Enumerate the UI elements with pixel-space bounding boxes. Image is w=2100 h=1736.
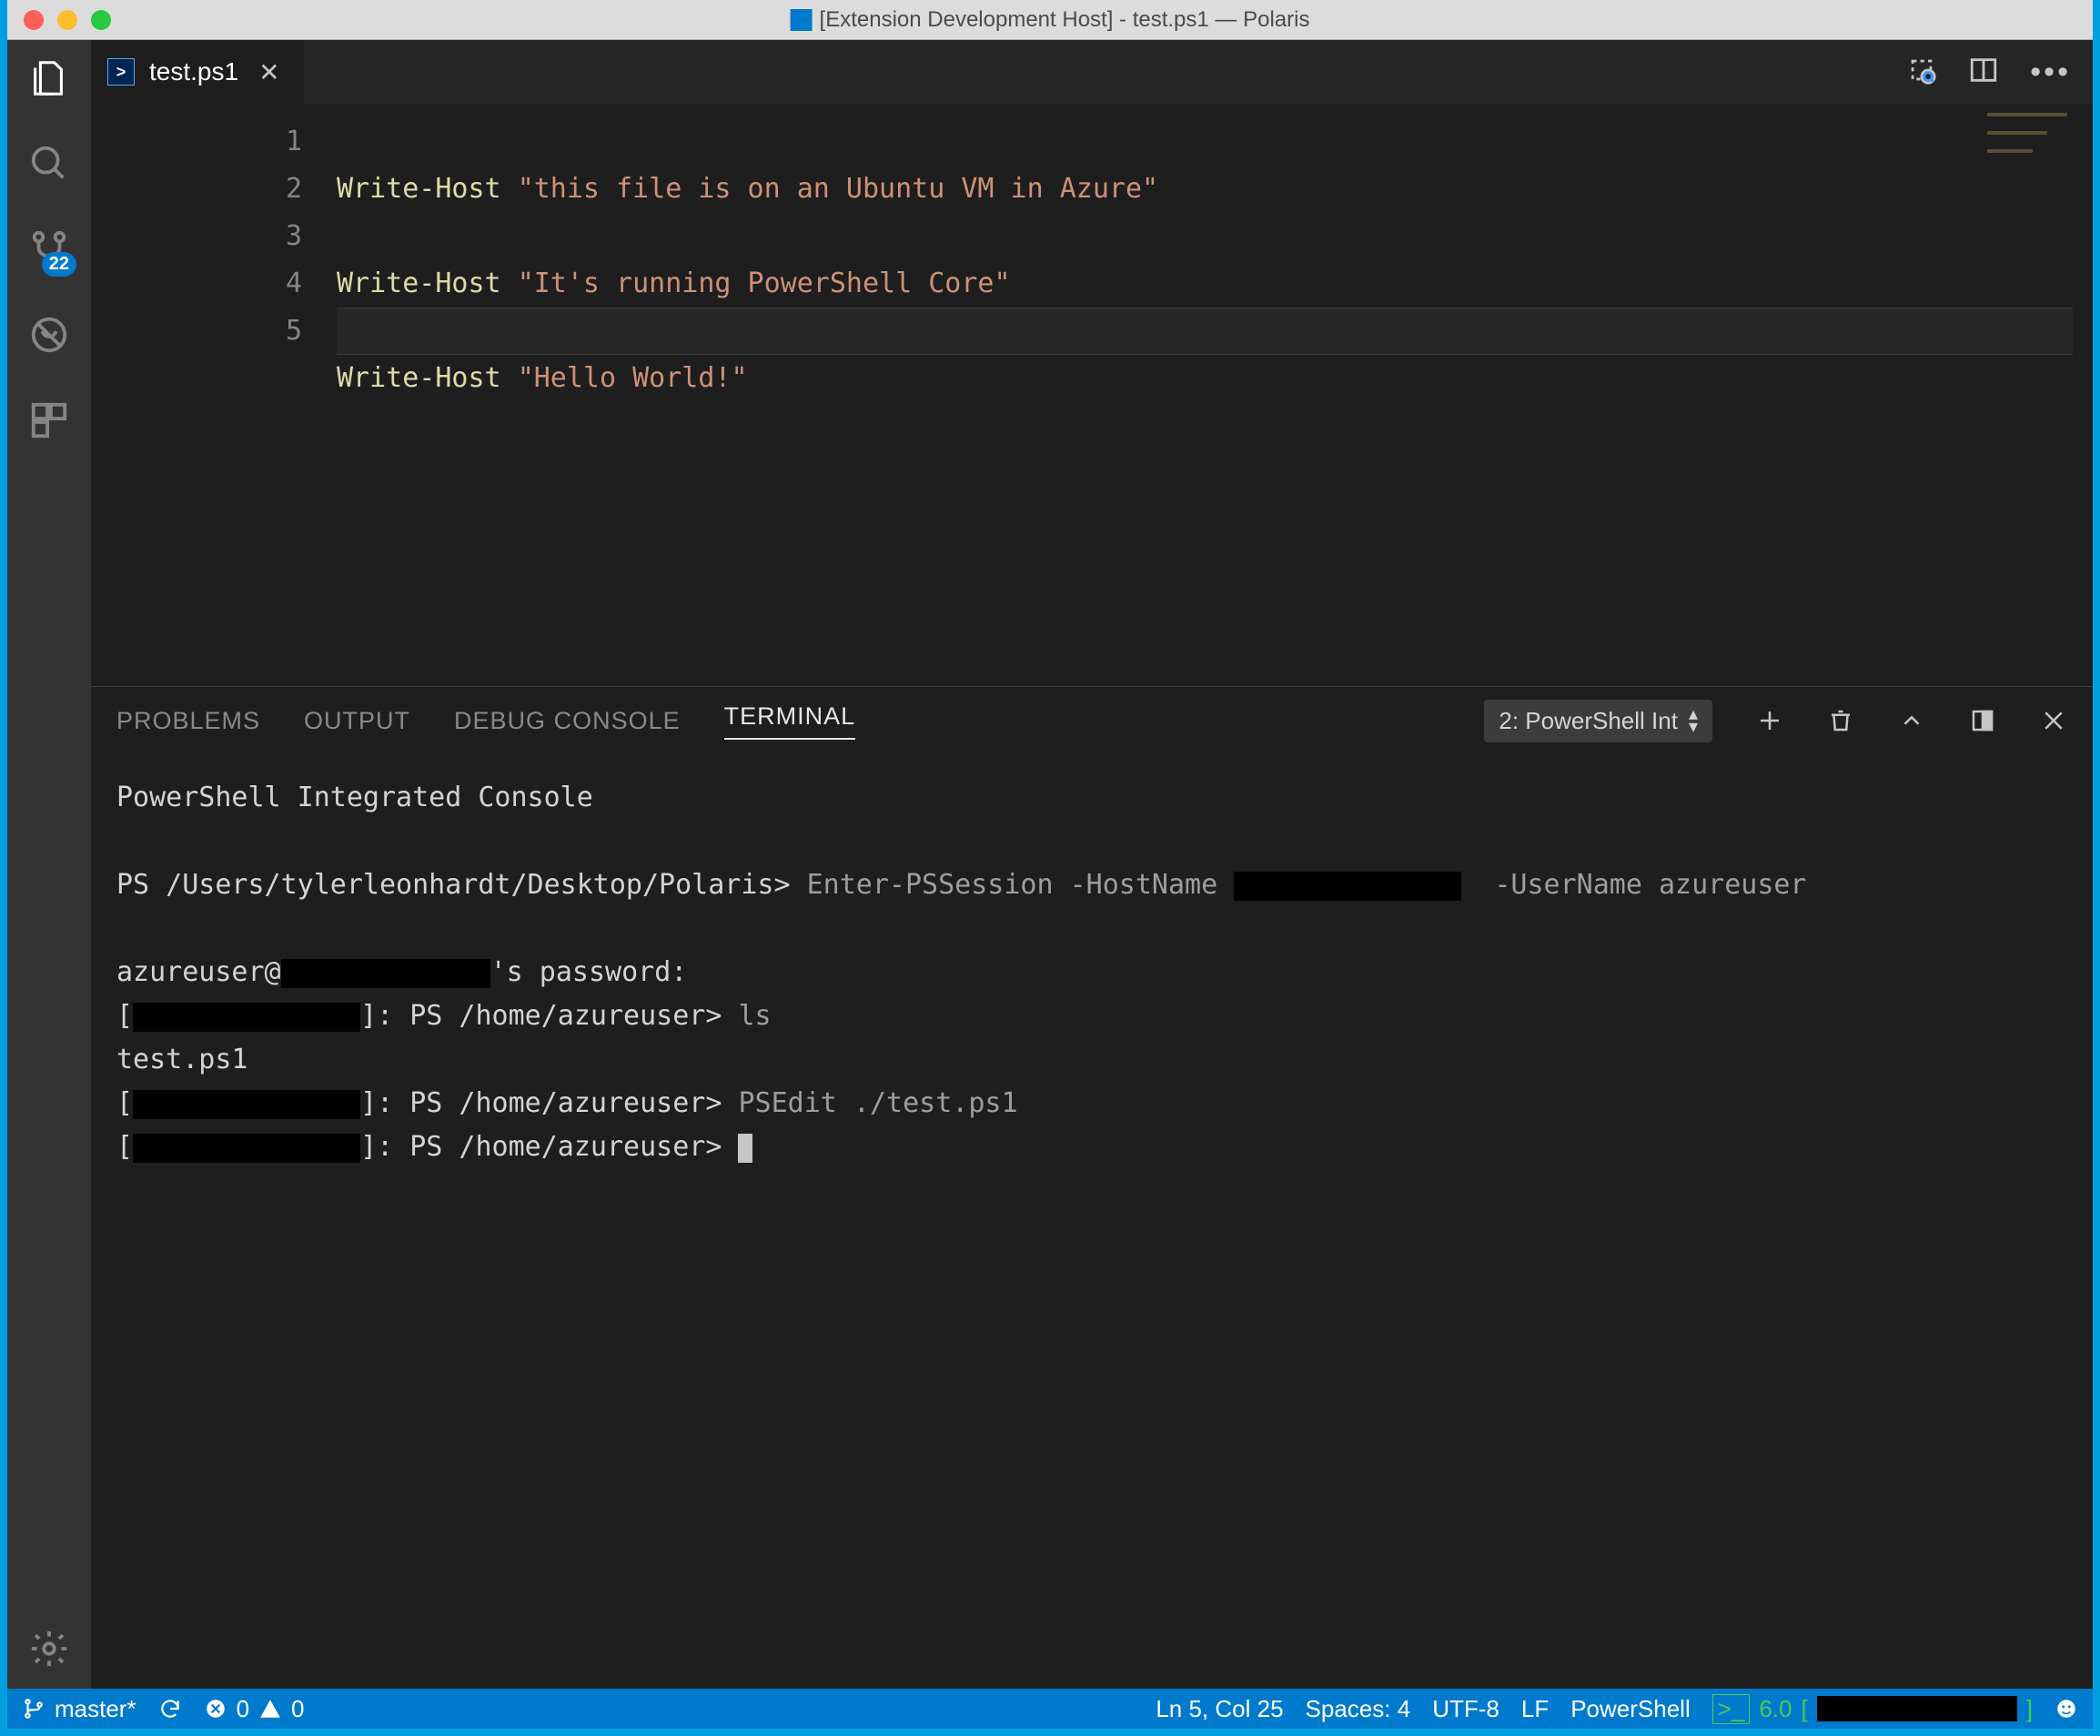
dropdown-arrows-icon: ▴▾	[1689, 708, 1698, 733]
settings-gear-icon[interactable]	[27, 1627, 71, 1670]
status-feedback-icon[interactable]	[2055, 1697, 2078, 1721]
search-icon[interactable]	[27, 142, 71, 186]
line-number: 3	[91, 213, 302, 260]
status-indentation[interactable]: Spaces: 4	[1306, 1695, 1411, 1723]
tab-terminal[interactable]: TERMINAL	[724, 702, 856, 740]
status-encoding[interactable]: UTF-8	[1432, 1695, 1499, 1723]
line-number: 1	[91, 118, 302, 166]
tab-output[interactable]: OUTPUT	[304, 707, 410, 735]
kill-terminal-icon[interactable]	[1827, 707, 1854, 734]
status-eol[interactable]: LF	[1521, 1695, 1549, 1723]
tab-label: test.ps1	[149, 57, 238, 86]
tab-debug-console[interactable]: DEBUG CONSOLE	[454, 707, 681, 735]
panel-tab-bar: PROBLEMS OUTPUT DEBUG CONSOLE TERMINAL 2…	[91, 687, 2093, 754]
status-language[interactable]: PowerShell	[1570, 1695, 1691, 1723]
line-number: 5	[91, 308, 302, 355]
warning-count: 0	[291, 1695, 304, 1723]
powershell-file-icon: >	[107, 58, 135, 86]
terminal-selector[interactable]: 2: PowerShell Int ▴▾	[1484, 700, 1712, 742]
status-branch[interactable]: master*	[22, 1695, 136, 1723]
tab-close-icon[interactable]: ✕	[253, 57, 285, 87]
status-bar: master* 0 0 Ln 5, Col 25 Spaces: 4 UTF-8…	[7, 1689, 2093, 1729]
new-terminal-icon[interactable]	[1756, 707, 1783, 734]
more-actions-icon[interactable]: •••	[2030, 56, 2071, 87]
editor-tab-bar: > test.ps1 ✕ •••	[91, 40, 2093, 104]
explorer-icon[interactable]	[27, 56, 71, 100]
source-control-icon[interactable]: 22	[27, 227, 71, 271]
window-title: [Extension Development Host] - test.ps1 …	[791, 7, 1310, 33]
split-editor-icon[interactable]	[1968, 55, 1999, 90]
status-sync[interactable]	[158, 1697, 182, 1721]
activity-bar: 22	[7, 40, 91, 1689]
terminal-content[interactable]: PowerShell Integrated Console PS /Users/…	[91, 754, 2093, 1689]
window-maximize-button[interactable]	[91, 10, 111, 30]
powershell-prompt-icon: >_	[1712, 1694, 1751, 1724]
extensions-icon[interactable]	[27, 399, 71, 442]
window-close-button[interactable]	[24, 10, 44, 30]
ps-version-number: 6.0	[1759, 1695, 1792, 1723]
titlebar: [Extension Development Host] - test.ps1 …	[7, 0, 2093, 40]
error-count: 0	[237, 1695, 249, 1723]
line-number: 4	[91, 260, 302, 308]
terminal-selector-label: 2: PowerShell Int	[1499, 707, 1678, 735]
terminal-cursor	[738, 1134, 752, 1163]
collapse-panel-icon[interactable]	[1898, 707, 1925, 734]
vscode-icon	[791, 9, 813, 31]
status-powershell-version[interactable]: >_ 6.0 []	[1712, 1694, 2033, 1724]
tab-problems[interactable]: PROBLEMS	[116, 707, 260, 735]
window-minimize-button[interactable]	[57, 10, 77, 30]
status-problems[interactable]: 0 0	[204, 1695, 305, 1723]
bottom-panel: PROBLEMS OUTPUT DEBUG CONSOLE TERMINAL 2…	[91, 686, 2093, 1689]
move-panel-icon[interactable]	[1969, 707, 1996, 734]
window-title-text: [Extension Development Host] - test.ps1 …	[820, 7, 1310, 33]
status-cursor-position[interactable]: Ln 5, Col 25	[1156, 1695, 1283, 1723]
debug-icon[interactable]	[27, 313, 71, 357]
tab-test-ps1[interactable]: > test.ps1 ✕	[91, 40, 305, 104]
code-content[interactable]: Write-Host "this file is on an Ubuntu VM…	[337, 104, 2093, 686]
line-number: 2	[91, 166, 302, 213]
scm-badge: 22	[42, 252, 76, 277]
compare-changes-icon[interactable]	[1906, 55, 1937, 90]
code-editor[interactable]: 1 2 3 4 5 Write-Host "this file is on an…	[91, 104, 2093, 686]
close-panel-icon[interactable]	[2040, 707, 2067, 734]
redacted	[1817, 1696, 2017, 1721]
line-number-gutter: 1 2 3 4 5	[91, 104, 337, 686]
branch-name: master*	[55, 1695, 136, 1723]
